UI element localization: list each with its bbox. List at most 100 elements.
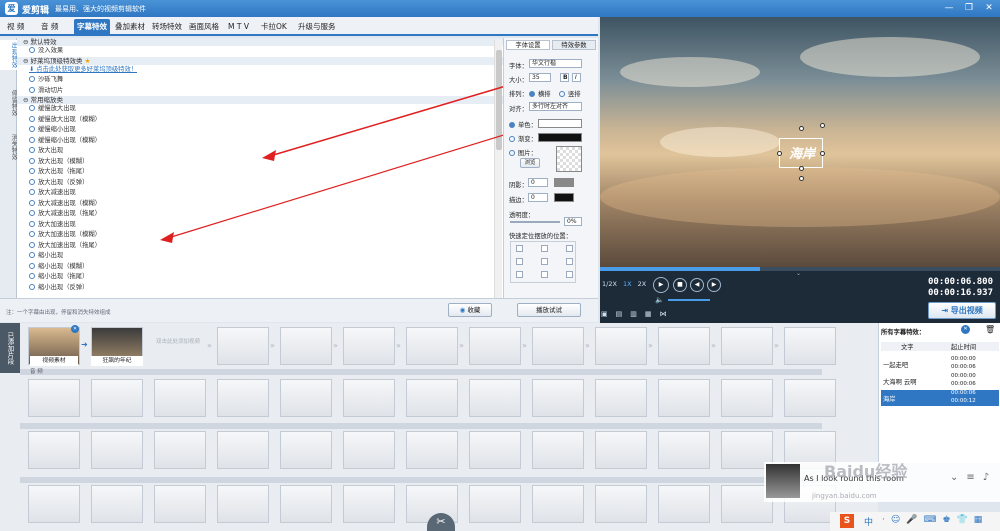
horizontal-radio[interactable]: 横排 (529, 89, 551, 98)
speed-1x[interactable]: 1X (623, 280, 632, 288)
remove-icon[interactable]: ✕ (961, 325, 970, 334)
empty-clip-slot[interactable] (28, 379, 80, 417)
shadow-input[interactable]: 0 (528, 178, 548, 187)
tab-font-settings[interactable]: 字体设置 (506, 40, 550, 50)
punctuation-icon[interactable]: · (882, 515, 891, 525)
position-cell[interactable] (566, 258, 573, 265)
stop-icon[interactable]: ■ (673, 278, 687, 292)
save-icon[interactable]: ▣ (601, 310, 616, 318)
resize-handle[interactable] (820, 151, 825, 156)
empty-clip-slot[interactable] (658, 431, 710, 469)
empty-clip-slot[interactable] (784, 327, 836, 365)
position-cell[interactable] (516, 258, 523, 265)
empty-clip-slot[interactable] (154, 379, 206, 417)
empty-clip-slot[interactable] (532, 485, 584, 523)
empty-clip-slot[interactable] (154, 431, 206, 469)
position-cell[interactable] (541, 258, 548, 265)
empty-clip-slot[interactable] (280, 485, 332, 523)
chevron-down-icon[interactable]: ⌄ (796, 270, 801, 277)
color-swatch[interactable] (538, 119, 582, 128)
empty-clip-slot[interactable] (595, 379, 647, 417)
empty-clip-slot[interactable] (469, 485, 521, 523)
empty-clip-slot[interactable] (595, 327, 647, 365)
empty-clip-slot[interactable] (91, 379, 143, 417)
next-frame-icon[interactable]: ▶ (707, 278, 721, 292)
empty-clip-slot[interactable] (91, 485, 143, 523)
empty-clip-slot[interactable] (28, 485, 80, 523)
mic-icon[interactable]: 🎤 (906, 515, 923, 525)
empty-clip-slot[interactable] (217, 327, 269, 365)
share-icon[interactable]: ⋈ (660, 310, 675, 318)
bold-button[interactable]: B (560, 73, 569, 82)
music-icon[interactable]: ♪ (983, 472, 997, 483)
volume-icon[interactable]: 🔈 (655, 296, 664, 304)
empty-clip-slot[interactable] (343, 379, 395, 417)
remove-clip-icon[interactable]: ✕ (71, 325, 79, 333)
font-select[interactable]: 华文行楷 (529, 59, 582, 68)
empty-clip-slot[interactable] (343, 431, 395, 469)
position-cell[interactable] (516, 271, 523, 278)
disk-icon[interactable]: ▥ (630, 310, 645, 318)
align-select[interactable]: 多行时左对齐 (529, 102, 582, 111)
resize-handle[interactable] (799, 176, 804, 181)
italic-button[interactable]: I (572, 73, 581, 82)
caption-box[interactable]: 海岸 (777, 123, 825, 181)
browse-button[interactable]: 浏览 (520, 158, 540, 168)
menu-icon[interactable]: ≡ (966, 472, 982, 483)
resize-handle[interactable] (777, 151, 782, 156)
speed-half[interactable]: 1/2X (602, 280, 617, 288)
empty-clip-slot[interactable] (280, 379, 332, 417)
empty-clip-slot[interactable] (658, 327, 710, 365)
skin-icon[interactable]: ♚ (942, 515, 956, 525)
position-cell[interactable] (541, 245, 548, 252)
shirt-icon[interactable]: 👕 (957, 515, 974, 525)
empty-clip-slot[interactable] (595, 431, 647, 469)
empty-clip-slot[interactable] (280, 327, 332, 365)
caption-text[interactable]: 海岸 (780, 143, 824, 162)
position-cell[interactable] (566, 271, 573, 278)
folder-icon[interactable]: ▤ (616, 310, 631, 318)
empty-clip-slot[interactable] (532, 379, 584, 417)
empty-clip-slot[interactable] (406, 431, 458, 469)
snapshot-icon[interactable]: ▦ (645, 310, 660, 318)
empty-clip-slot[interactable] (217, 485, 269, 523)
added-clips-tab[interactable]: 已添加片段 (0, 323, 20, 373)
position-cell[interactable] (516, 245, 523, 252)
image-radio[interactable]: 图片： (509, 148, 537, 157)
caption-close-icon[interactable] (820, 123, 825, 128)
tab-effect-params[interactable]: 特效参数 (552, 40, 596, 50)
empty-clip-slot[interactable] (469, 431, 521, 469)
smile-icon[interactable]: ☺ (891, 515, 906, 525)
position-cell[interactable] (541, 271, 548, 278)
vertical-radio[interactable]: 竖排 (559, 89, 581, 98)
empty-clip-slot[interactable] (595, 485, 647, 523)
empty-clip-slot[interactable] (532, 327, 584, 365)
collect-button[interactable]: ◉ 收藏 (448, 303, 492, 317)
keyboard-icon[interactable]: ⌨ (923, 515, 942, 525)
border-input[interactable]: 0 (528, 193, 548, 202)
empty-clip-slot[interactable] (406, 327, 458, 365)
empty-clip-slot[interactable] (91, 431, 143, 469)
empty-clip-slot[interactable] (721, 379, 773, 417)
opacity-input[interactable]: 0% (564, 217, 582, 226)
empty-clip-slot[interactable] (343, 327, 395, 365)
trash-icon[interactable]: 🗑 (985, 325, 995, 334)
speed-2x[interactable]: 2X (638, 280, 647, 288)
position-cell[interactable] (566, 245, 573, 252)
empty-clip-slot[interactable] (343, 485, 395, 523)
play-icon[interactable]: ▶ (653, 277, 669, 293)
prev-frame-icon[interactable]: ◀ (690, 278, 704, 292)
empty-clip-slot[interactable] (280, 431, 332, 469)
empty-clip-slot[interactable] (721, 327, 773, 365)
gradient-radio[interactable]: 渐变： (509, 134, 537, 143)
empty-clip-slot[interactable] (28, 431, 80, 469)
size-input[interactable]: 35 (529, 73, 551, 82)
volume-slider[interactable] (668, 299, 710, 301)
border-color[interactable] (554, 193, 574, 202)
lang-indicator[interactable]: 中 (864, 515, 873, 528)
chevron-down-icon[interactable]: ⌄ (950, 472, 966, 483)
sogou-icon[interactable]: S (840, 514, 854, 528)
empty-clip-slot[interactable] (658, 379, 710, 417)
resize-handle[interactable] (799, 166, 804, 171)
empty-clip-slot[interactable] (154, 485, 206, 523)
